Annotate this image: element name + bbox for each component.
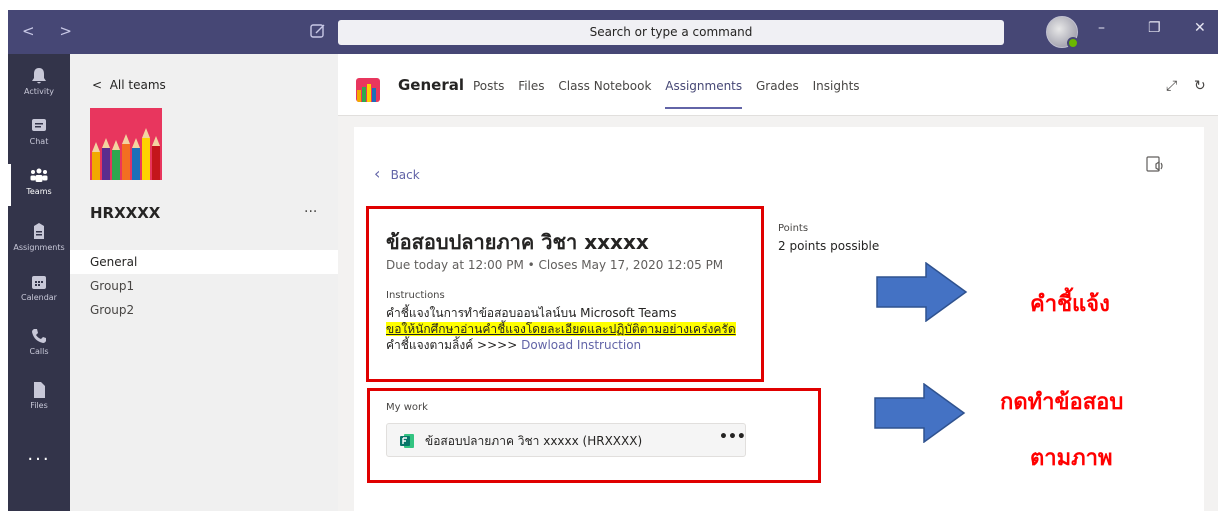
minimize-button[interactable]: – — [1098, 20, 1105, 36]
arrow-right-icon — [874, 383, 966, 443]
rail-item-calls[interactable]: Calls — [8, 322, 70, 370]
chevron-left-icon: ‹ — [374, 164, 391, 183]
rail-item-teams[interactable]: Teams — [8, 162, 70, 210]
team-logo — [90, 108, 162, 180]
arrow-right-icon — [876, 262, 968, 322]
title-bar: < > Search or type a command – ❐ ✕ — [8, 10, 1218, 54]
phone-icon — [32, 329, 46, 343]
immersive-reader-icon[interactable] — [1145, 155, 1165, 175]
rail-label: Teams — [26, 187, 52, 196]
rail-item-activity[interactable]: Activity — [8, 62, 70, 110]
callout-as-shown: ตามภาพ — [1030, 446, 1113, 471]
team-more-button[interactable]: ... — [304, 200, 317, 216]
more-apps-button[interactable]: ... — [8, 444, 70, 465]
file-icon — [34, 382, 45, 398]
tab-grades[interactable]: Grades — [756, 79, 799, 93]
rail-item-chat[interactable]: Chat — [8, 112, 70, 160]
back-button[interactable]: ‹ Back — [374, 164, 420, 183]
bell-icon — [32, 68, 46, 84]
compose-icon[interactable] — [308, 21, 328, 41]
channel-tabs: Posts Files Class Notebook Assignments G… — [473, 79, 870, 109]
channel-group2[interactable]: Group2 — [70, 298, 338, 322]
calendar-icon — [32, 276, 46, 289]
tab-posts[interactable]: Posts — [473, 79, 504, 93]
rail-item-calendar[interactable]: Calendar — [8, 268, 70, 316]
rail-label: Assignments — [13, 243, 65, 252]
close-button[interactable]: ✕ — [1194, 20, 1206, 36]
team-name: HRXXXX — [90, 204, 161, 222]
channel-title: General — [398, 76, 464, 94]
chevron-left-icon: < — [92, 78, 110, 92]
all-teams-link[interactable]: < All teams — [92, 78, 166, 92]
points-label: Points — [778, 223, 809, 234]
rail-label: Chat — [29, 137, 49, 146]
tab-insights[interactable]: Insights — [813, 79, 860, 93]
channel-logo — [356, 78, 380, 102]
rail-label: Files — [30, 401, 48, 410]
rail-label: Calendar — [21, 293, 57, 302]
search-input[interactable]: Search or type a command — [338, 20, 1004, 45]
tab-class-notebook[interactable]: Class Notebook — [558, 79, 651, 93]
refresh-icon[interactable]: ↻ — [1194, 78, 1206, 94]
tab-assignments[interactable]: Assignments — [665, 79, 742, 109]
chat-icon — [32, 119, 46, 131]
teams-icon — [30, 168, 48, 182]
rail-label: Calls — [29, 347, 49, 356]
pencils-icon — [90, 108, 162, 180]
callout-instructions: คำชี้แจ้ง — [1030, 292, 1110, 317]
my-work-highlight-box — [367, 388, 821, 483]
history-nav[interactable]: < > — [22, 22, 82, 40]
maximize-button[interactable]: ❐ — [1148, 20, 1161, 36]
presence-icon — [1067, 37, 1079, 49]
pencils-icon — [357, 84, 376, 102]
channel-header: General Posts Files Class Notebook Assig… — [338, 54, 1218, 116]
callout-do-exam: กดทำข้อสอบ — [1000, 390, 1124, 415]
channel-group1[interactable]: Group1 — [70, 274, 338, 298]
tab-files[interactable]: Files — [518, 79, 544, 93]
expand-icon[interactable]: ⤢ — [1166, 78, 1177, 94]
instructions-highlight-box — [366, 206, 764, 382]
avatar[interactable] — [1046, 16, 1079, 49]
team-panel: < All teams HRXXXX ... General Group1 Gr… — [70, 54, 338, 511]
rail-item-files[interactable]: Files — [8, 376, 70, 424]
channel-general[interactable]: General — [70, 250, 338, 274]
points-value: 2 points possible — [778, 239, 880, 253]
assignments-icon — [34, 223, 44, 239]
rail-item-assignments[interactable]: Assignments — [8, 218, 70, 266]
rail-label: Activity — [24, 87, 54, 96]
app-rail: Activity Chat Teams Assignments Calendar… — [8, 54, 70, 511]
